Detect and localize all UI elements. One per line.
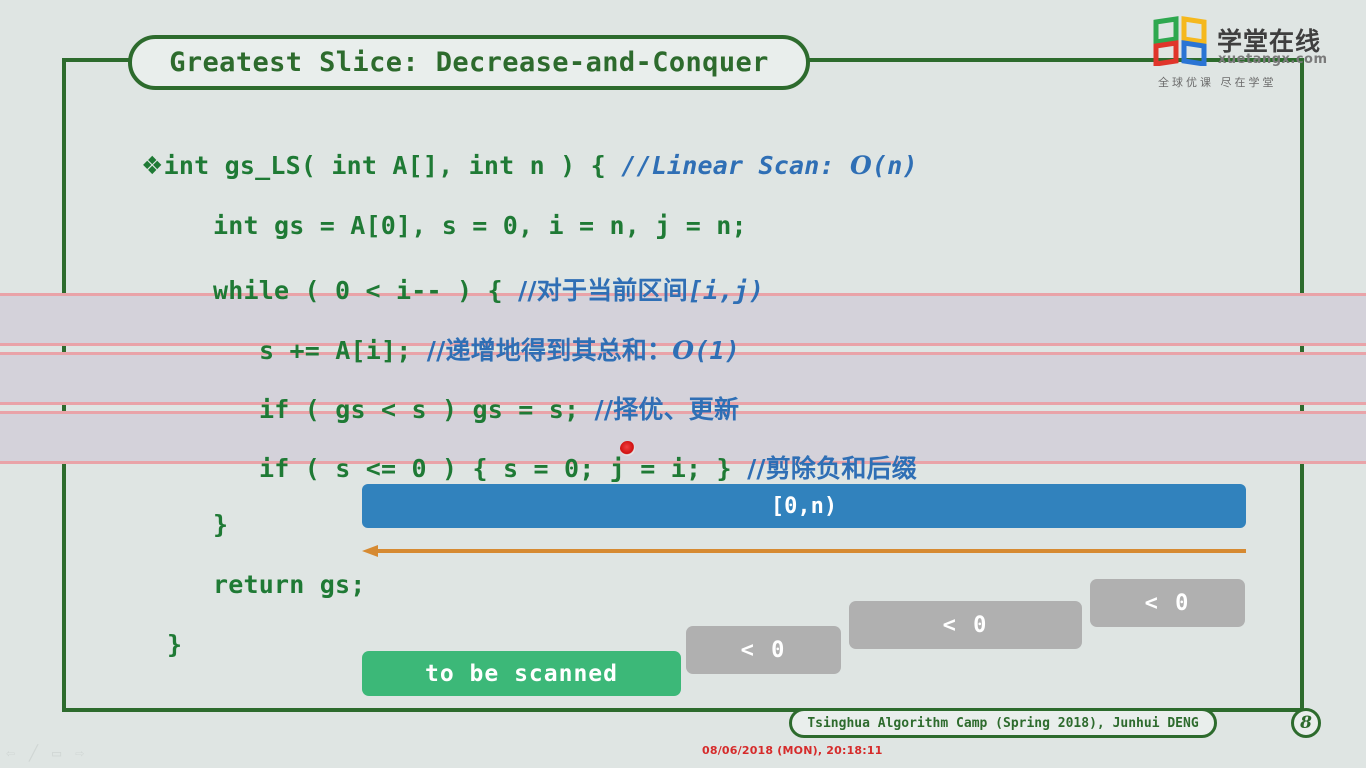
negative-suffix-label-2: < 0 [942, 612, 989, 638]
logo-url-text: xuetangx.com [1218, 52, 1328, 67]
next-slide-icon[interactable]: ⇨ [75, 746, 84, 761]
laser-pointer-dot [620, 441, 635, 456]
code-highlight-band-2 [0, 352, 1366, 405]
pen-icon[interactable]: ╱ [29, 746, 38, 761]
to-be-scanned-label: to be scanned [424, 660, 618, 687]
slide-menu-icon[interactable]: ▭ [52, 746, 61, 761]
negative-suffix-box-2: < 0 [849, 601, 1082, 649]
code-highlight-band-3 [0, 411, 1366, 464]
logo-book-icon [1153, 16, 1207, 67]
footer-attribution: Tsinghua Algorithm Camp (Spring 2018), J… [789, 708, 1217, 738]
page-number-badge: 8 [1291, 708, 1321, 738]
presentation-controls: ⇦ ╱ ▭ ⇨ [6, 746, 84, 761]
footer-attribution-text: Tsinghua Algorithm Camp (Spring 2018), J… [807, 715, 1199, 731]
logo-tagline-text: 全球优课 尽在学堂 [1158, 76, 1277, 89]
slide-title: Greatest Slice: Decrease-and-Conquer [128, 35, 810, 90]
code-highlight-band-1 [0, 293, 1366, 346]
negative-suffix-box-1: < 0 [686, 626, 841, 674]
to-be-scanned-box: to be scanned [362, 651, 681, 696]
previous-slide-icon[interactable]: ⇦ [6, 746, 15, 761]
negative-suffix-box-3: < 0 [1090, 579, 1245, 627]
negative-suffix-label-1: < 0 [740, 637, 787, 663]
interval-bar-full-range: [0,n) [362, 484, 1246, 528]
timestamp: 08/06/2018 (MON), 20:18:11 [702, 744, 883, 757]
xuetangx-logo: 学堂在线 xuetangx.com 全球优课 尽在学堂 [1152, 16, 1352, 96]
scan-direction-arrow [362, 543, 1246, 559]
page-number-text: 8 [1300, 713, 1312, 733]
interval-bar-label: [0,n) [770, 493, 838, 519]
slide-title-text: Greatest Slice: Decrease-and-Conquer [169, 47, 769, 78]
negative-suffix-label-3: < 0 [1144, 590, 1191, 616]
